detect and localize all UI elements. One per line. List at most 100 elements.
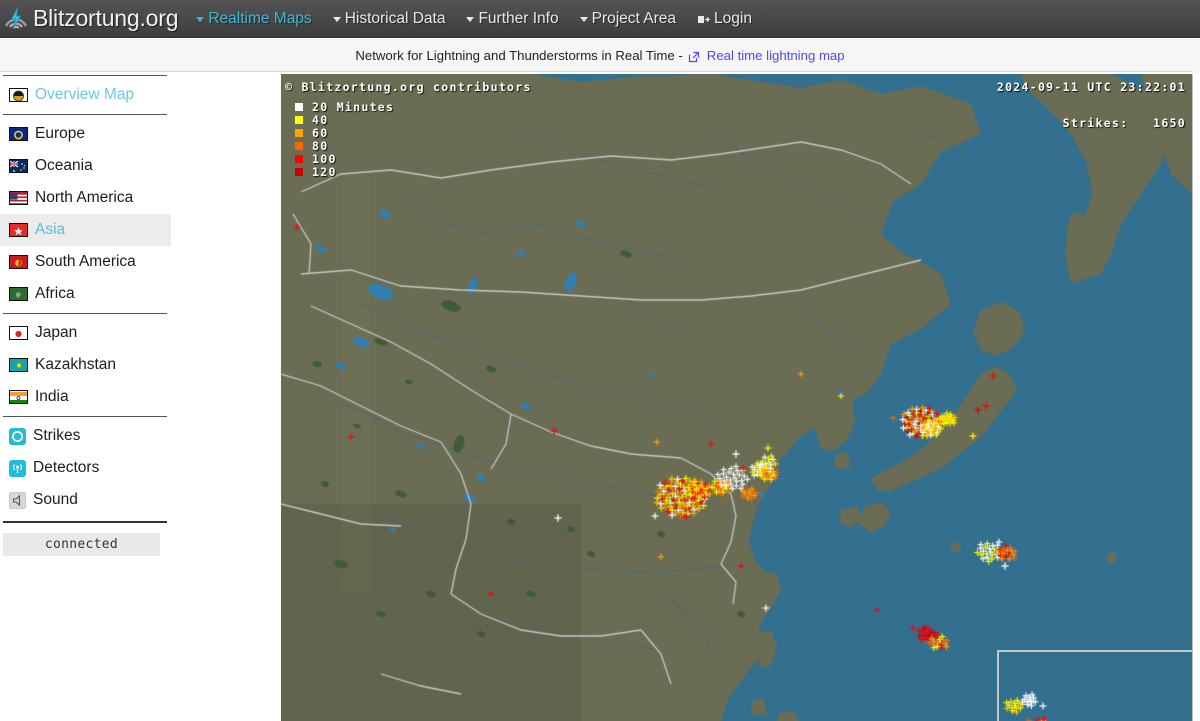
strikes-circle-icon — [9, 427, 26, 445]
brand-title: Blitzortung.org — [33, 5, 179, 31]
divider — [3, 521, 167, 523]
sidebar-item-europe[interactable]: Europe — [0, 118, 171, 150]
nav-historical-data[interactable]: Historical Data — [332, 9, 446, 28]
sidebar-group-layers: Strikes Detectors Sound — [0, 420, 281, 516]
sidebar-item-label: Sound — [33, 491, 78, 509]
sidebar-item-strikes[interactable]: Strikes — [0, 420, 171, 452]
nav-realtime-maps[interactable]: Realtime Maps — [196, 9, 312, 28]
detector-antenna-icon — [9, 459, 26, 477]
lightning-map[interactable]: © Blitzortung.org contributors 2024-09-1… — [281, 74, 1192, 721]
sidebar-group-countries: Japan Kazakhstan India — [0, 317, 281, 413]
sidebar-item-label: North America — [35, 189, 134, 207]
legend-label: 120 — [312, 164, 337, 179]
lightning-bolt-icon — [3, 4, 29, 34]
globe-flag-icon — [9, 88, 28, 102]
legend-swatch-40 — [295, 115, 303, 124]
flag-india-icon — [9, 390, 28, 404]
legend-swatch-80 — [295, 141, 303, 150]
legend-label: 40 — [312, 112, 329, 127]
sidebar-item-kazakhstan[interactable]: Kazakhstan — [0, 349, 171, 381]
sidebar-item-label: Africa — [35, 285, 75, 303]
nav-label: Historical Data — [344, 9, 446, 27]
scrollbar-corner — [1192, 39, 1200, 74]
chevron-down-icon — [579, 17, 588, 22]
speaker-icon — [9, 491, 26, 509]
sidebar-item-asia[interactable]: Asia — [0, 214, 171, 246]
legend-row: 60 — [295, 125, 394, 140]
flag-usa-icon — [9, 191, 28, 205]
map-timestamp: 2024-09-11 UTC 23:22:01 — [996, 80, 1186, 94]
legend-row: 100 — [295, 151, 394, 166]
flag-asia-icon — [9, 223, 28, 237]
sidebar-item-africa[interactable]: Africa — [0, 278, 171, 310]
sidebar-item-label: Asia — [35, 221, 66, 239]
legend-swatch-100 — [295, 154, 303, 163]
flag-oceania-icon — [9, 159, 28, 173]
sidebar-item-label: Oceania — [35, 157, 93, 175]
sidebar-item-india[interactable]: India — [0, 381, 171, 413]
login-icon — [697, 13, 710, 26]
flag-kazakhstan-icon — [9, 358, 28, 372]
nav-label: Login — [714, 9, 752, 27]
chevron-down-icon — [466, 17, 475, 22]
sidebar-item-japan[interactable]: Japan — [0, 317, 171, 349]
legend-swatch-20 — [295, 102, 303, 111]
legend-row: 20 Minutes — [295, 99, 395, 114]
sidebar-item-detectors[interactable]: Detectors — [0, 452, 171, 484]
nav-label: Realtime Maps — [208, 9, 312, 27]
nav-further-info[interactable]: Further Info — [466, 9, 559, 28]
status-badge: connected — [3, 533, 160, 556]
legend-label: 80 — [312, 138, 329, 153]
map-canvas[interactable] — [281, 74, 1192, 721]
sidebar-item-label: Detectors — [33, 459, 100, 477]
legend-row: 120 — [295, 164, 394, 179]
flag-south-america-icon — [9, 255, 28, 269]
strikes-count: 1650 — [1153, 116, 1186, 130]
map-attribution: © Blitzortung.org contributors — [285, 80, 532, 94]
legend-row: 40 — [295, 112, 394, 127]
subtitle-text: Network for Lightning and Thunderstorms … — [355, 47, 683, 63]
sidebar-item-label: Kazakhstan — [35, 356, 116, 374]
sidebar-item-label: Overview Map — [35, 86, 135, 104]
external-link-icon — [688, 51, 700, 63]
chevron-down-icon — [332, 17, 341, 22]
sidebar-item-oceania[interactable]: Oceania — [0, 150, 171, 182]
nav-project-area[interactable]: Project Area — [579, 9, 677, 28]
strikes-label: Strikes: — [1062, 116, 1129, 130]
divider — [3, 313, 167, 314]
nav-login[interactable]: Login — [697, 10, 752, 28]
flag-europe-icon — [9, 127, 28, 141]
map-strikes-counter: Strikes: 1650 — [1030, 102, 1186, 144]
page-scrollbar[interactable] — [1192, 74, 1200, 721]
sidebar: Overview Map Europe Oceania North Americ… — [0, 74, 281, 721]
sidebar-item-sound[interactable]: Sound — [0, 484, 171, 516]
legend-swatch-60 — [295, 128, 303, 137]
divider — [3, 416, 167, 417]
legend-label: 20 Minutes — [312, 99, 395, 114]
sidebar-item-label: South America — [35, 253, 136, 271]
sidebar-item-south-america[interactable]: South America — [0, 246, 171, 278]
sidebar-group-overview: Overview Map — [0, 79, 281, 111]
realtime-map-link[interactable]: Real time lightning map — [707, 48, 845, 63]
legend-label: 60 — [312, 125, 329, 140]
nav-label: Further Info — [478, 9, 559, 27]
flag-africa-icon — [9, 287, 28, 301]
sidebar-item-label: India — [35, 388, 69, 406]
flag-japan-icon — [9, 326, 28, 340]
sidebar-item-label: Strikes — [33, 427, 81, 445]
chevron-down-icon — [196, 17, 205, 22]
map-inset-frame — [997, 650, 1192, 721]
legend-row: 80 — [295, 138, 394, 153]
divider — [3, 114, 167, 115]
sidebar-item-label: Japan — [35, 324, 78, 342]
map-legend: 20 Minutes 40 60 80 100 120 — [295, 99, 395, 179]
sidebar-item-label: Europe — [35, 125, 85, 143]
legend-swatch-120 — [295, 167, 303, 176]
legend-label: 100 — [312, 151, 337, 166]
sidebar-item-north-america[interactable]: North America — [0, 182, 171, 214]
nav-label: Project Area — [591, 9, 677, 27]
subtitle-bar: Network for Lightning and Thunderstorms … — [0, 39, 1200, 72]
sidebar-item-overview-map[interactable]: Overview Map — [0, 79, 171, 111]
top-header-bar: Blitzortung.org Realtime Maps Historical… — [0, 0, 1200, 38]
sidebar-group-continents: Europe Oceania North America Asia South … — [0, 118, 281, 310]
